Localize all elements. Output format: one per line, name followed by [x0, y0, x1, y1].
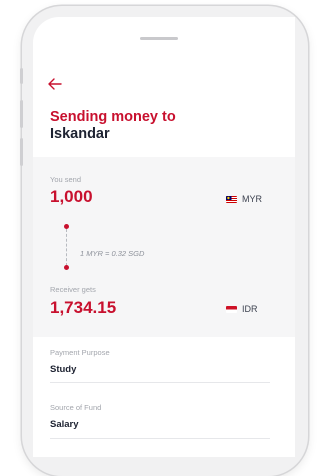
payment-purpose-label: Payment Purpose: [50, 348, 110, 357]
payment-purpose-field[interactable]: Study: [50, 364, 76, 375]
receive-currency-code: IDR: [242, 304, 258, 314]
divider: [50, 382, 270, 383]
source-of-fund-field[interactable]: Salary: [50, 419, 79, 430]
volume-up-button: [20, 100, 23, 128]
rate-connector: [66, 229, 67, 266]
send-currency-selector[interactable]: MYR: [226, 194, 262, 204]
receive-currency-selector[interactable]: IDR: [226, 304, 258, 314]
indonesia-flag-icon: [226, 305, 237, 313]
app-screen: Sending money to Iskandar You send 1,000…: [33, 17, 295, 457]
you-send-label: You send: [50, 175, 82, 184]
divider: [50, 438, 270, 439]
receiver-gets-label: Receiver gets: [50, 285, 96, 294]
title-line-1: Sending money to: [50, 109, 176, 125]
malaysia-flag-icon: [226, 195, 237, 203]
page-title: Sending money to Iskandar: [50, 109, 176, 143]
recipient-name: Iskandar: [50, 126, 110, 142]
rate-dot-bottom: [64, 265, 69, 270]
receive-amount: 1,734.15: [50, 298, 117, 317]
back-arrow-icon[interactable]: [47, 77, 63, 91]
send-amount[interactable]: 1,000: [50, 187, 93, 207]
mute-switch: [20, 68, 23, 84]
conversion-card: You send 1,000 MYR 1 MYR = 0.32 SGD Rece…: [33, 157, 295, 337]
phone-speaker: [140, 37, 178, 40]
volume-down-button: [20, 138, 23, 166]
exchange-rate: 1 MYR = 0.32 SGD: [80, 249, 145, 258]
source-of-fund-label: Source of Fund: [50, 403, 102, 412]
send-currency-code: MYR: [242, 194, 262, 204]
